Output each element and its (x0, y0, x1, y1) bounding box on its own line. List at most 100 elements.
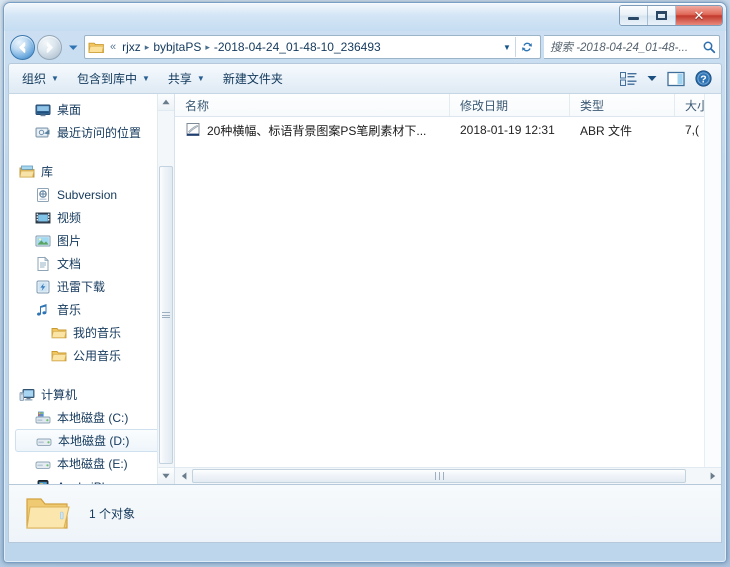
search-input[interactable]: 搜索 -2018-04-24_01-48-... (550, 39, 702, 55)
sidebar-item-11[interactable]: 计算机 (9, 383, 174, 406)
desktop-icon (35, 104, 51, 116)
sidebar-item-0[interactable]: 桌面 (9, 98, 174, 121)
share-button[interactable]: 共享 ▼ (159, 67, 214, 90)
forward-button (37, 34, 62, 60)
status-object-count: 1 个对象 (89, 507, 136, 521)
breadcrumb-item-0[interactable]: rjxz (119, 39, 144, 55)
refresh-button[interactable] (516, 40, 538, 54)
sidebar-item-label: 本地磁盘 (C:) (57, 411, 129, 425)
recent-places-icon (35, 127, 50, 137)
command-bar: 组织 ▼ 包含到库中 ▼ 共享 ▼ 新建文件夹 ? (8, 63, 722, 93)
help-button[interactable]: ? (690, 68, 717, 89)
preview-pane-button[interactable] (662, 69, 690, 89)
sidebar-scrollbar-thumb[interactable] (159, 166, 173, 464)
sidebar-item-10[interactable]: 公用音乐 (9, 344, 174, 367)
recent-pages-dropdown[interactable] (66, 43, 80, 52)
sidebar-item-15[interactable]: Apple iPhone (9, 475, 174, 484)
scroll-up-button[interactable] (158, 94, 174, 111)
search-box[interactable]: 搜索 -2018-04-24_01-48-... (544, 35, 720, 59)
minimize-button[interactable] (620, 6, 648, 25)
music-icon (37, 303, 47, 316)
pictures-icon (35, 235, 51, 246)
scroll-right-button[interactable] (704, 468, 721, 484)
navigation-pane: 桌面 最近访问的位置 库 Subversion 视频 图片 文档 迅雷下载 音乐… (9, 94, 175, 484)
chevron-down-icon (68, 45, 77, 50)
back-arrow-icon (19, 41, 26, 53)
column-header-name[interactable]: 名称 (175, 94, 450, 116)
sidebar-item-3[interactable]: Subversion (9, 183, 174, 206)
preview-pane-icon (667, 71, 685, 86)
address-bar-row: « rjxz ▸ bybjtaPS ▸ -2018-04-24_01-48-10… (4, 31, 726, 63)
file-date-cell: 2018-01-19 12:31 (460, 123, 555, 137)
column-headers: 名称 修改日期 类型 大小 (175, 94, 721, 117)
sidebar-item-label: 音乐 (57, 303, 82, 317)
file-name-cell[interactable]: 20种横幅、标语背景图案PS笔刷素材下... (175, 122, 450, 139)
breadcrumb-dropdown-icon[interactable]: ▼ (499, 43, 515, 52)
new-folder-button[interactable]: 新建文件夹 (214, 67, 292, 90)
view-dropdown-button[interactable] (642, 73, 662, 84)
title-bar: ✕ (4, 3, 726, 31)
system-drive-icon (35, 411, 51, 423)
forward-arrow-icon (46, 41, 53, 53)
scroll-left-button[interactable] (175, 468, 192, 484)
breadcrumb-item-1[interactable]: bybjtaPS (150, 39, 204, 55)
chevron-down-icon: ▼ (51, 74, 59, 83)
sidebar-item-4[interactable]: 视频 (9, 206, 174, 229)
sidebar-item-2[interactable]: 库 (9, 160, 174, 183)
back-button[interactable] (10, 34, 35, 60)
breadcrumb[interactable]: « rjxz ▸ bybjtaPS ▸ -2018-04-24_01-48-10… (84, 35, 541, 59)
view-options-icon (620, 71, 637, 86)
window-controls: ✕ (619, 5, 723, 26)
file-rows: 20种横幅、标语背景图案PS笔刷素材下... 2018-01-19 12:31 … (175, 117, 721, 143)
documents-icon (37, 256, 49, 271)
close-button[interactable]: ✕ (676, 6, 722, 25)
include-in-library-label: 包含到库中 (76, 72, 137, 86)
drive-icon (36, 438, 52, 446)
breadcrumb-overflow[interactable]: « (107, 41, 119, 53)
table-row[interactable]: 20种横幅、标语背景图案PS笔刷素材下... 2018-01-19 12:31 … (175, 117, 721, 143)
sidebar-item-14[interactable]: 本地磁盘 (E:) (9, 452, 174, 475)
chevron-down-icon (647, 76, 657, 81)
folder-large-icon (26, 497, 70, 529)
navigation-tree: 桌面 最近访问的位置 库 Subversion 视频 图片 文档 迅雷下载 音乐… (9, 94, 174, 484)
status-bar: 1 个对象 (8, 485, 722, 543)
caret-left-icon (181, 472, 186, 480)
horizontal-scroll-track[interactable] (192, 468, 704, 484)
scroll-down-button[interactable] (158, 467, 174, 484)
sidebar-item-7[interactable]: 迅雷下载 (9, 275, 174, 298)
organize-label: 组织 (22, 72, 47, 86)
organize-button[interactable]: 组织 ▼ (13, 67, 68, 90)
file-pane-horizontal-scrollbar[interactable] (175, 467, 721, 484)
column-header-type[interactable]: 类型 (570, 94, 675, 116)
horizontal-scrollbar-thumb[interactable] (192, 469, 686, 483)
sidebar-item-label: Subversion (57, 187, 118, 202)
sidebar-item-8[interactable]: 音乐 (9, 298, 174, 321)
file-type-cell: ABR 文件 (580, 123, 633, 138)
sidebar-vertical-scrollbar[interactable] (157, 94, 174, 484)
caret-up-icon (162, 99, 170, 105)
sidebar-item-1[interactable]: 最近访问的位置 (9, 121, 174, 144)
video-icon (35, 212, 51, 223)
library-icon (19, 165, 35, 177)
sidebar-item-label: 本地磁盘 (D:) (58, 434, 130, 448)
sidebar-item-label: 迅雷下载 (57, 280, 106, 294)
maximize-button[interactable] (648, 6, 676, 25)
folder-icon (51, 327, 67, 338)
column-header-date[interactable]: 修改日期 (450, 94, 570, 116)
sidebar-item-6[interactable]: 文档 (9, 252, 174, 275)
sidebar-item-5[interactable]: 图片 (9, 229, 174, 252)
sidebar-item-label: 文档 (57, 257, 82, 271)
sidebar-item-13[interactable]: 本地磁盘 (D:) (15, 429, 168, 452)
search-icon (703, 41, 716, 54)
sidebar-item-9[interactable]: 我的音乐 (9, 321, 174, 344)
include-in-library-button[interactable]: 包含到库中 ▼ (68, 67, 159, 90)
change-view-button[interactable] (615, 70, 642, 88)
folder-icon (51, 350, 67, 361)
chevron-down-icon: ▼ (141, 74, 150, 83)
breadcrumb-item-2[interactable]: -2018-04-24_01-48-10_236493 (211, 39, 384, 55)
thunder-download-icon (36, 280, 50, 293)
sidebar-item-12[interactable]: 本地磁盘 (C:) (9, 406, 174, 429)
sidebar-item-label: 本地磁盘 (E:) (57, 457, 128, 471)
file-pane-vertical-scrollbar[interactable] (704, 94, 721, 467)
help-icon: ? (695, 70, 712, 87)
